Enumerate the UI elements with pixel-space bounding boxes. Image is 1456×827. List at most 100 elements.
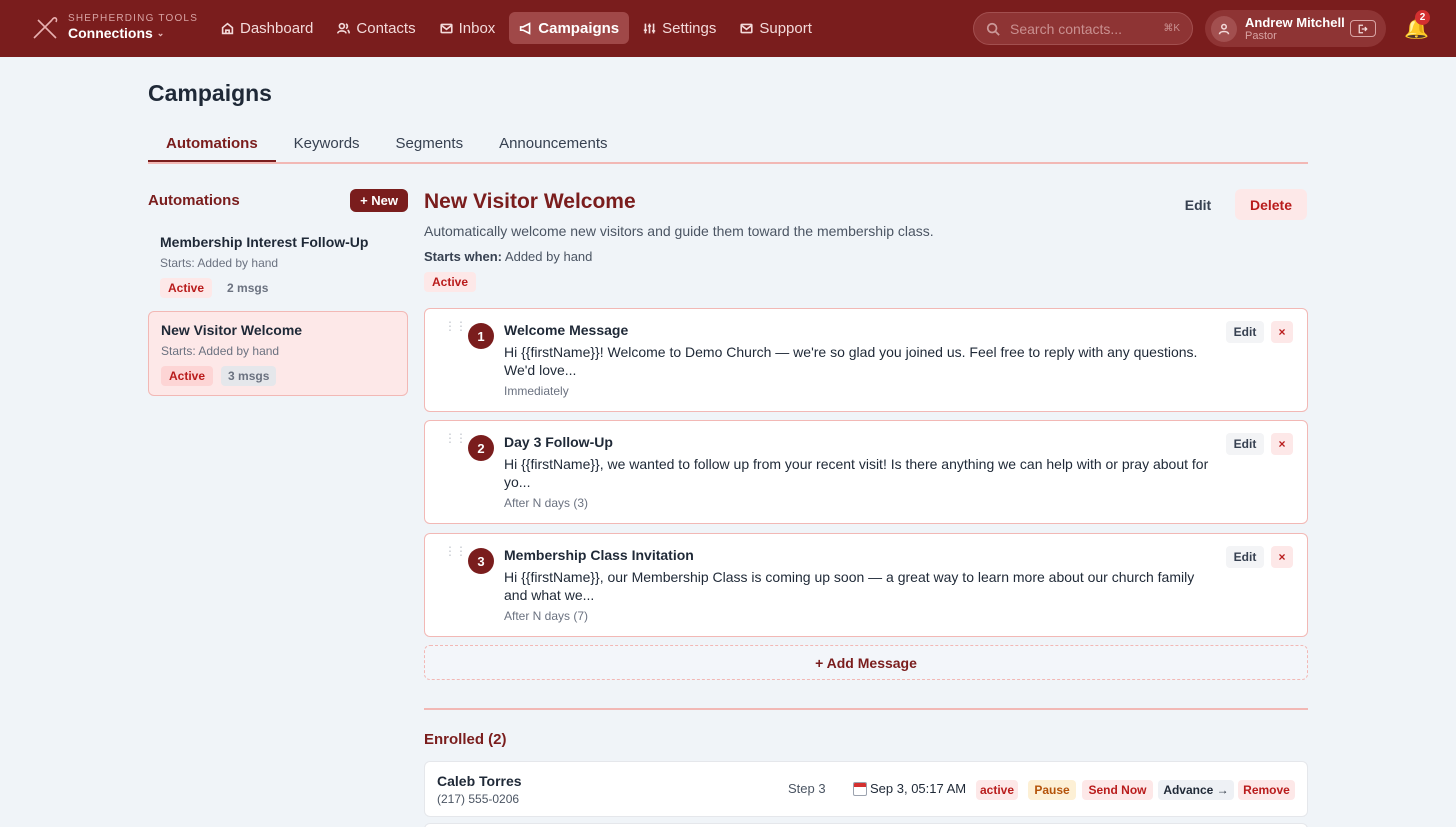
nav-support[interactable]: Support: [730, 12, 822, 44]
message-count-badge: 2 msgs: [227, 281, 269, 295]
search-shortcut: ⌘K: [1163, 23, 1180, 34]
main-nav: Dashboard Contacts Inbox Campaigns Setti…: [211, 12, 822, 44]
remove-step-button[interactable]: ×: [1271, 433, 1293, 455]
step-timing: Immediately: [504, 384, 569, 398]
step-title: Membership Class Invitation: [504, 547, 694, 563]
search-input[interactable]: [1010, 20, 1145, 37]
automations-list-title: Automations: [148, 192, 240, 209]
status-badge: Active: [424, 272, 477, 292]
search-icon: [986, 22, 1000, 36]
nav-label: Support: [759, 19, 812, 37]
drag-handle-icon[interactable]: ⋮⋮: [444, 432, 467, 444]
enrolled-contact-row: [424, 823, 1308, 827]
message-step: ⋮⋮ 3 Membership Class Invitation Hi {{fi…: [424, 533, 1308, 637]
remove-enrollment-button[interactable]: Remove: [1238, 780, 1295, 800]
edit-step-button[interactable]: Edit: [1226, 433, 1264, 455]
user-role: Pastor: [1245, 29, 1277, 42]
nav-settings[interactable]: Settings: [633, 12, 726, 44]
new-automation-button[interactable]: + New: [350, 189, 408, 212]
automation-title: New Visitor Welcome: [424, 190, 636, 213]
user-icon: [1218, 23, 1230, 34]
step-timing: After N days (7): [504, 609, 589, 623]
trigger-value: Added by hand: [504, 249, 593, 264]
status-badge: Active: [161, 366, 214, 386]
edit-step-button[interactable]: Edit: [1226, 321, 1264, 343]
automation-description: Automatically welcome new visitors and g…: [424, 223, 934, 239]
search-bar[interactable]: ⌘K: [973, 12, 1193, 45]
sliders-icon: [643, 23, 656, 33]
contact-name: Caleb Torres: [437, 773, 522, 789]
edit-step-button[interactable]: Edit: [1226, 546, 1264, 568]
tab-automations[interactable]: Automations: [148, 132, 276, 162]
page-title: Campaigns: [148, 80, 272, 106]
user-name: Andrew Mitchell: [1245, 14, 1345, 30]
brand-title: Connections: [68, 25, 153, 41]
section-divider: [424, 708, 1308, 710]
notification-badge: 2: [1415, 10, 1430, 25]
step-message-preview: Hi {{firstName}}! Welcome to Demo Church…: [504, 344, 1198, 378]
status-badge: Active: [160, 278, 213, 298]
brand[interactable]: SHEPHERDING TOOLS Connections ⌄: [30, 12, 198, 42]
automation-trigger-info: Starts when: Added by hand: [424, 249, 592, 264]
tab-segments[interactable]: Segments: [378, 132, 482, 162]
automation-name: Membership Interest Follow-Up: [160, 234, 369, 250]
remove-step-button[interactable]: ×: [1271, 321, 1293, 343]
enrolled-title: Enrolled (2): [424, 731, 507, 748]
delete-automation-button[interactable]: Delete: [1235, 189, 1307, 220]
chevron-down-icon: ⌄: [156, 28, 165, 38]
workspace-switcher[interactable]: Connections ⌄: [68, 25, 198, 41]
avatar: [1211, 15, 1237, 42]
remove-step-button[interactable]: ×: [1271, 546, 1293, 568]
tab-keywords[interactable]: Keywords: [276, 132, 378, 162]
nav-inbox[interactable]: Inbox: [430, 12, 506, 44]
step-number: 1: [468, 323, 494, 349]
enrollment-status-badge: active: [976, 780, 1018, 800]
message-count-badge: 3 msgs: [221, 366, 277, 386]
mail-icon: [440, 23, 453, 33]
advance-button[interactable]: Advance →: [1158, 780, 1234, 800]
automation-card[interactable]: Membership Interest Follow-Up Starts: Ad…: [148, 224, 408, 308]
message-step: ⋮⋮ 1 Welcome Message Hi {{firstName}}! W…: [424, 308, 1308, 412]
drag-handle-icon[interactable]: ⋮⋮: [444, 320, 467, 332]
automation-trigger: Starts: Added by hand: [161, 344, 280, 358]
nav-label: Campaigns: [538, 19, 620, 37]
mail-icon: [740, 23, 753, 33]
trigger-label: Starts when:: [424, 249, 503, 264]
tab-announcements[interactable]: Announcements: [481, 132, 625, 162]
shepherd-staff-logo-icon: [30, 12, 60, 42]
nav-label: Dashboard: [240, 19, 314, 37]
pause-button[interactable]: Pause: [1028, 780, 1076, 800]
step-number: 3: [468, 548, 494, 574]
automation-name: New Visitor Welcome: [161, 322, 303, 338]
nav-campaigns[interactable]: Campaigns: [509, 12, 630, 44]
logout-icon: [1358, 24, 1368, 33]
brand-subtitle: SHEPHERDING TOOLS: [68, 13, 199, 24]
nav-label: Inbox: [458, 19, 496, 37]
step-title: Welcome Message: [504, 322, 629, 338]
step-title: Day 3 Follow-Up: [504, 434, 613, 450]
add-message-button[interactable]: + Add Message: [424, 645, 1308, 680]
contact-phone: (217) 555-0206: [437, 792, 520, 806]
megaphone-icon: [520, 21, 531, 35]
logout-button[interactable]: [1350, 20, 1376, 37]
automation-card-selected[interactable]: New Visitor Welcome Starts: Added by han…: [148, 311, 408, 396]
step-message-preview: Hi {{firstName}}, our Membership Class i…: [504, 569, 1195, 603]
next-send-date-text: Sep 3, 05:17 AM: [870, 781, 967, 796]
user-menu[interactable]: Andrew Mitchell Pastor: [1205, 10, 1386, 47]
edit-automation-button[interactable]: Edit: [1175, 190, 1221, 219]
drag-handle-icon[interactable]: ⋮⋮: [444, 545, 467, 557]
enrolled-contact-row: Caleb Torres (217) 555-0206 Step 3 Sep 3…: [424, 761, 1308, 817]
campaign-tabs: Automations Keywords Segments Announceme…: [148, 132, 1308, 164]
nav-label: Settings: [662, 19, 717, 37]
home-icon: [221, 22, 234, 34]
top-navbar: SHEPHERDING TOOLS Connections ⌄ Dashboard…: [0, 0, 1456, 57]
automations-list-header: Automations + New: [148, 189, 408, 212]
contact-step: Step 3: [788, 781, 826, 796]
step-timing: After N days (3): [504, 496, 589, 510]
step-message-preview: Hi {{firstName}}, we wanted to follow up…: [504, 456, 1209, 490]
nav-contacts[interactable]: Contacts: [327, 12, 425, 44]
automation-status: Active: [424, 272, 477, 292]
nav-label: Contacts: [356, 19, 416, 37]
send-now-button[interactable]: Send Now: [1082, 780, 1153, 800]
nav-dashboard[interactable]: Dashboard: [211, 12, 323, 44]
